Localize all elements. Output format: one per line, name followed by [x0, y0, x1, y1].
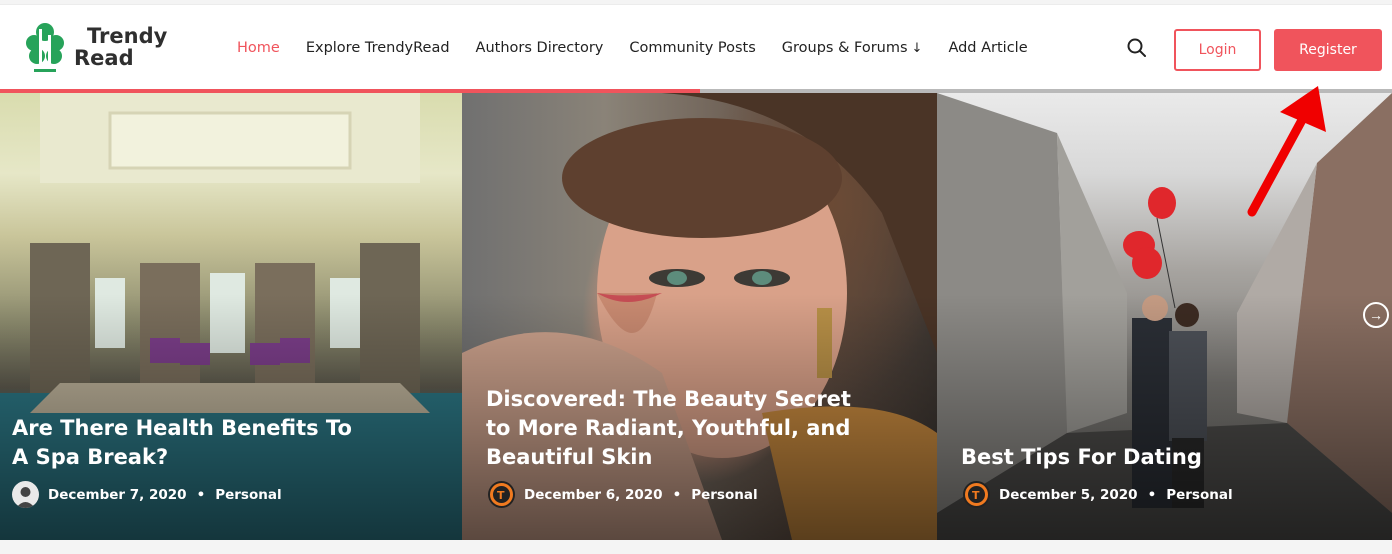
main-nav: Home Explore TrendyRead Authors Director… — [237, 5, 1054, 91]
page: Trendy Read Home Explore TrendyRead Auth… — [0, 0, 1392, 554]
slide-meta: December 7, 2020 • Personal — [12, 481, 282, 508]
nav-item-explore[interactable]: Explore TrendyRead — [306, 40, 450, 56]
slide-meta: T December 5, 2020 • Personal — [963, 481, 1233, 508]
nav-item-add-article[interactable]: Add Article — [948, 40, 1027, 56]
slide-category[interactable]: Personal — [1166, 487, 1232, 503]
svg-text:T: T — [972, 489, 980, 502]
author-avatar[interactable]: T — [488, 481, 515, 508]
search-icon[interactable] — [1126, 37, 1148, 59]
annotation-arrow-icon — [1247, 86, 1326, 217]
slide-meta: T December 6, 2020 • Personal — [488, 481, 758, 508]
nav-item-community-posts[interactable]: Community Posts — [629, 40, 755, 56]
logo-line-2: Read — [74, 46, 134, 70]
slide-title[interactable]: Are There Health Benefits To A Spa Break… — [12, 414, 372, 472]
meta-separator: • — [196, 486, 206, 503]
slide-date: December 6, 2020 — [524, 486, 663, 503]
meta-separator: • — [672, 486, 682, 503]
slide-date: December 5, 2020 — [999, 486, 1138, 503]
slide-category[interactable]: Personal — [691, 487, 757, 503]
nav-item-home[interactable]: Home — [237, 40, 280, 56]
featured-slider: Are There Health Benefits To A Spa Break… — [0, 93, 1392, 540]
site-header: Trendy Read Home Explore TrendyRead Auth… — [0, 4, 1392, 90]
logo[interactable]: Trendy Read — [24, 21, 184, 75]
dropdown-arrow-icon: ↓ — [911, 41, 923, 56]
nav-item-groups-forums[interactable]: Groups & Forums ↓ — [782, 40, 923, 56]
nav-item-groups-forums-label: Groups & Forums — [781, 40, 908, 56]
register-button[interactable]: Register — [1274, 29, 1382, 71]
slide-title[interactable]: Discovered: The Beauty Secret to More Ra… — [486, 385, 866, 472]
svg-text:T: T — [497, 489, 505, 502]
nav-item-authors-directory[interactable]: Authors Directory — [476, 40, 604, 56]
slide-title[interactable]: Best Tips For Dating — [961, 443, 1321, 472]
login-button[interactable]: Login — [1174, 29, 1261, 71]
author-avatar[interactable]: T — [963, 481, 990, 508]
slide-date: December 7, 2020 — [48, 486, 187, 503]
meta-separator: • — [1147, 486, 1157, 503]
logo-line-1: Trendy — [87, 24, 168, 48]
slide-card[interactable]: Discovered: The Beauty Secret to More Ra… — [462, 93, 937, 540]
slide-card[interactable]: Are There Health Benefits To A Spa Break… — [0, 93, 462, 540]
tree-logo-icon — [26, 23, 64, 72]
slide-category[interactable]: Personal — [215, 487, 281, 503]
slider-next-icon[interactable]: → — [1363, 302, 1389, 328]
author-avatar[interactable] — [12, 481, 39, 508]
